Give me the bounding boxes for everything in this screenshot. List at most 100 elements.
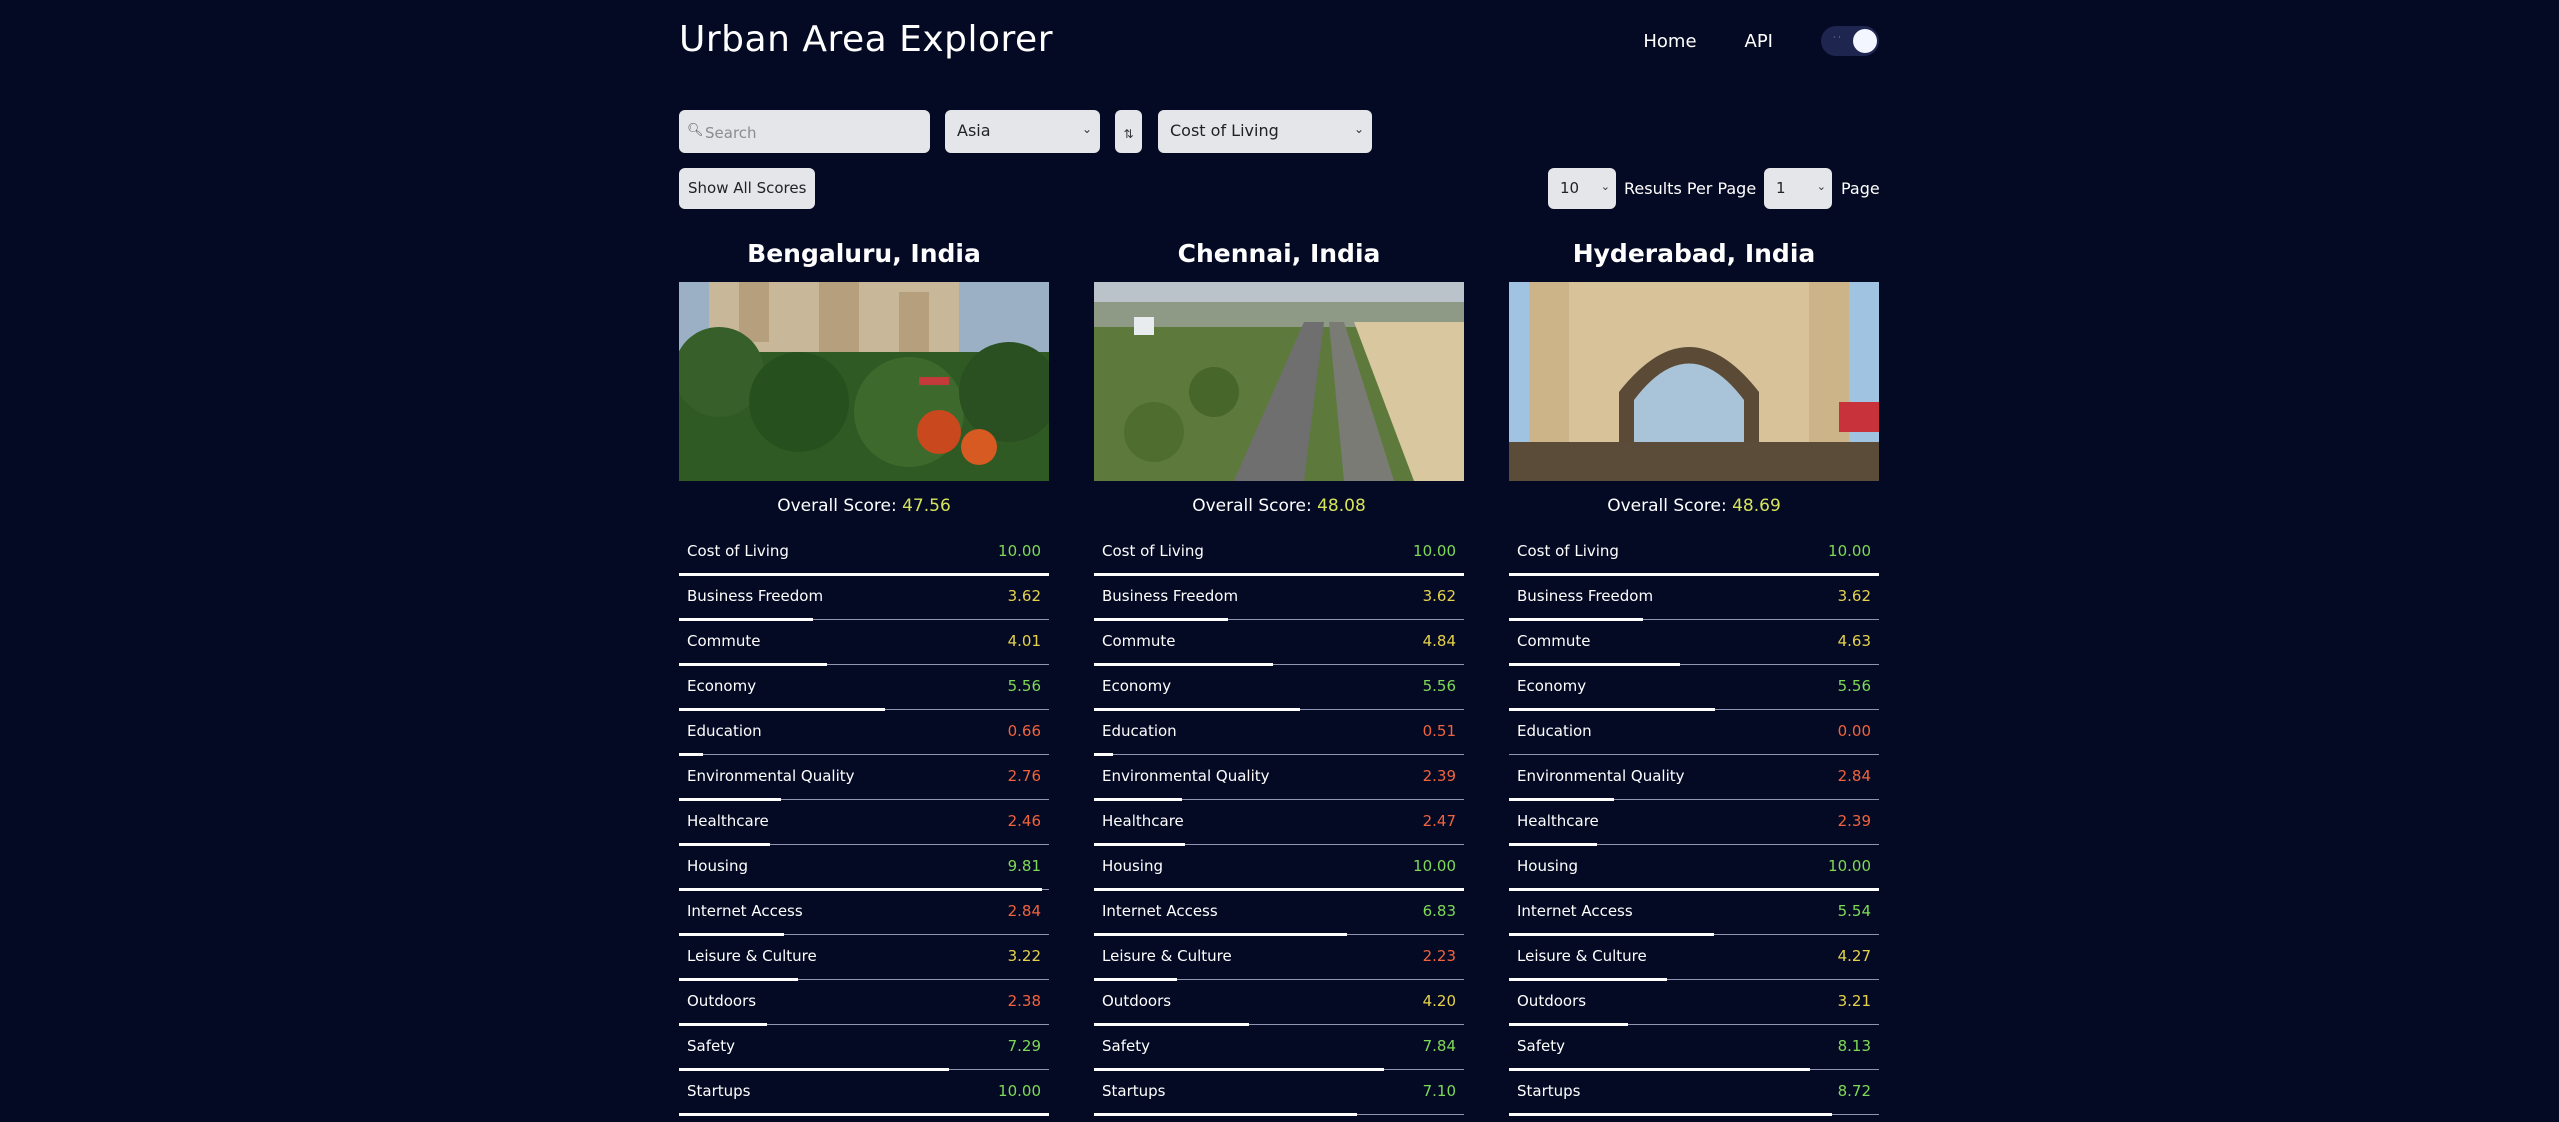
score-value: 2.39: [1837, 812, 1871, 830]
score-value: 10.00: [1413, 542, 1456, 560]
score-row: Business Freedom 3.62: [1509, 579, 1879, 624]
region-select-value: Asia: [957, 121, 991, 140]
score-bar-fill: [1094, 978, 1177, 981]
score-value: 3.62: [1422, 587, 1456, 605]
score-label: Housing: [1102, 857, 1163, 875]
score-value: 2.39: [1422, 767, 1456, 785]
overall-score-label: Overall Score:: [1192, 496, 1312, 516]
score-row: Leisure & Culture 3.22: [679, 939, 1049, 984]
score-label: Healthcare: [1102, 812, 1184, 830]
score-row: Commute 4.63: [1509, 624, 1879, 669]
score-row: Economy 5.56: [1509, 669, 1879, 714]
score-bar-fill: [679, 978, 799, 981]
score-bar-fill: [1509, 933, 1714, 936]
score-label: Startups: [1102, 1082, 1166, 1100]
score-value: 10.00: [1413, 857, 1456, 875]
page-value: 1: [1776, 179, 1786, 197]
score-label: Education: [1517, 722, 1592, 740]
score-value: 8.72: [1837, 1082, 1871, 1100]
score-value: 9.81: [1007, 857, 1041, 875]
theme-toggle[interactable]: · ·: [1821, 26, 1879, 56]
nav-api-link[interactable]: API: [1745, 31, 1773, 52]
score-row: Startups 8.72: [1509, 1074, 1879, 1119]
score-bar-fill: [1094, 1068, 1385, 1071]
city-name[interactable]: Chennai, India: [1094, 236, 1464, 282]
score-bar-fill: [1509, 1113, 1832, 1116]
score-label: Commute: [1102, 632, 1176, 650]
nav-home-link[interactable]: Home: [1643, 31, 1696, 52]
results-per-page-select[interactable]: 10 ⌄: [1548, 168, 1616, 209]
chevron-down-icon: ⌄: [1353, 122, 1364, 136]
score-bar-track: [679, 754, 1049, 755]
sort-order-button[interactable]: ⇅: [1115, 110, 1142, 153]
score-label: Outdoors: [1102, 992, 1172, 1010]
score-row: Internet Access 6.83: [1094, 894, 1464, 939]
score-row: Startups 7.10: [1094, 1074, 1464, 1119]
score-row: Housing 10.00: [1509, 849, 1879, 894]
score-row: Safety 7.84: [1094, 1029, 1464, 1074]
score-label: Leisure & Culture: [1102, 947, 1232, 965]
chevron-down-icon: ⌄: [1081, 122, 1092, 136]
score-row: Cost of Living 10.00: [1509, 534, 1879, 579]
score-value: 2.84: [1837, 767, 1871, 785]
score-bar-fill: [679, 708, 885, 711]
score-bar-fill: [679, 753, 704, 756]
score-label: Commute: [687, 632, 761, 650]
search-box[interactable]: 🔍︎: [679, 110, 930, 155]
show-all-scores-button[interactable]: Show All Scores: [679, 168, 816, 209]
score-bar-fill: [679, 843, 771, 846]
score-value: 0.66: [1007, 722, 1041, 740]
score-value: 4.20: [1422, 992, 1456, 1010]
score-bar-fill: [679, 1023, 768, 1026]
score-value: 2.84: [1007, 902, 1041, 920]
results-per-page-label: Results Per Page: [1624, 179, 1757, 198]
score-bar-fill: [1094, 798, 1183, 801]
score-row: Education 0.00: [1509, 714, 1879, 759]
score-label: Internet Access: [1102, 902, 1218, 920]
score-bar-fill: [1509, 1068, 1810, 1071]
score-bar-fill: [679, 798, 782, 801]
city-name[interactable]: Bengaluru, India: [679, 236, 1049, 282]
category-select-value: Cost of Living: [1170, 121, 1279, 140]
city-image: [679, 282, 1049, 481]
score-row: Internet Access 2.84: [679, 894, 1049, 939]
options-bar: Show All Scores 10 ⌄ Results Per Page 1 …: [679, 168, 1880, 210]
chevron-down-icon: ⌄: [1600, 180, 1610, 193]
score-row: Leisure & Culture 2.23: [1094, 939, 1464, 984]
city-image: [1509, 282, 1879, 481]
score-bar-fill: [1509, 708, 1715, 711]
page-select[interactable]: 1 ⌄: [1764, 168, 1832, 209]
score-label: Housing: [687, 857, 748, 875]
score-label: Healthcare: [687, 812, 769, 830]
score-value: 7.84: [1422, 1037, 1456, 1055]
score-bar-fill: [679, 1068, 949, 1071]
score-row: Environmental Quality 2.39: [1094, 759, 1464, 804]
header: Urban Area Explorer Home API · ·: [679, 0, 1879, 88]
score-row: Environmental Quality 2.76: [679, 759, 1049, 804]
score-row: Housing 10.00: [1094, 849, 1464, 894]
city-name[interactable]: Hyderabad, India: [1509, 236, 1879, 282]
overall-score: Overall Score: 48.08: [1094, 496, 1464, 534]
score-bar-fill: [679, 663, 828, 666]
score-label: Cost of Living: [687, 542, 789, 560]
overall-score-value: 48.69: [1732, 496, 1781, 516]
category-select[interactable]: Cost of Living ⌄: [1158, 110, 1372, 153]
score-bar-track: [1509, 754, 1879, 755]
score-bar-fill: [1509, 573, 1879, 576]
score-row: Cost of Living 10.00: [1094, 534, 1464, 579]
city-card: Hyderabad, India Overall Score: 48.69 Co…: [1509, 236, 1879, 1119]
chevron-down-icon: ⌄: [1816, 180, 1826, 193]
score-value: 2.76: [1007, 767, 1041, 785]
city-card: Bengaluru, India Overall Score: 47.56 Co…: [679, 236, 1049, 1119]
search-input[interactable]: [703, 110, 927, 155]
score-row: Healthcare 2.46: [679, 804, 1049, 849]
score-bar-fill: [1094, 753, 1113, 756]
score-bar-fill: [1094, 618, 1228, 621]
score-value: 7.29: [1007, 1037, 1041, 1055]
score-bar-fill: [679, 573, 1049, 576]
score-label: Cost of Living: [1517, 542, 1619, 560]
score-label: Cost of Living: [1102, 542, 1204, 560]
region-select[interactable]: Asia ⌄: [945, 110, 1100, 153]
score-label: Environmental Quality: [1517, 767, 1685, 785]
score-bar-fill: [679, 618, 813, 621]
